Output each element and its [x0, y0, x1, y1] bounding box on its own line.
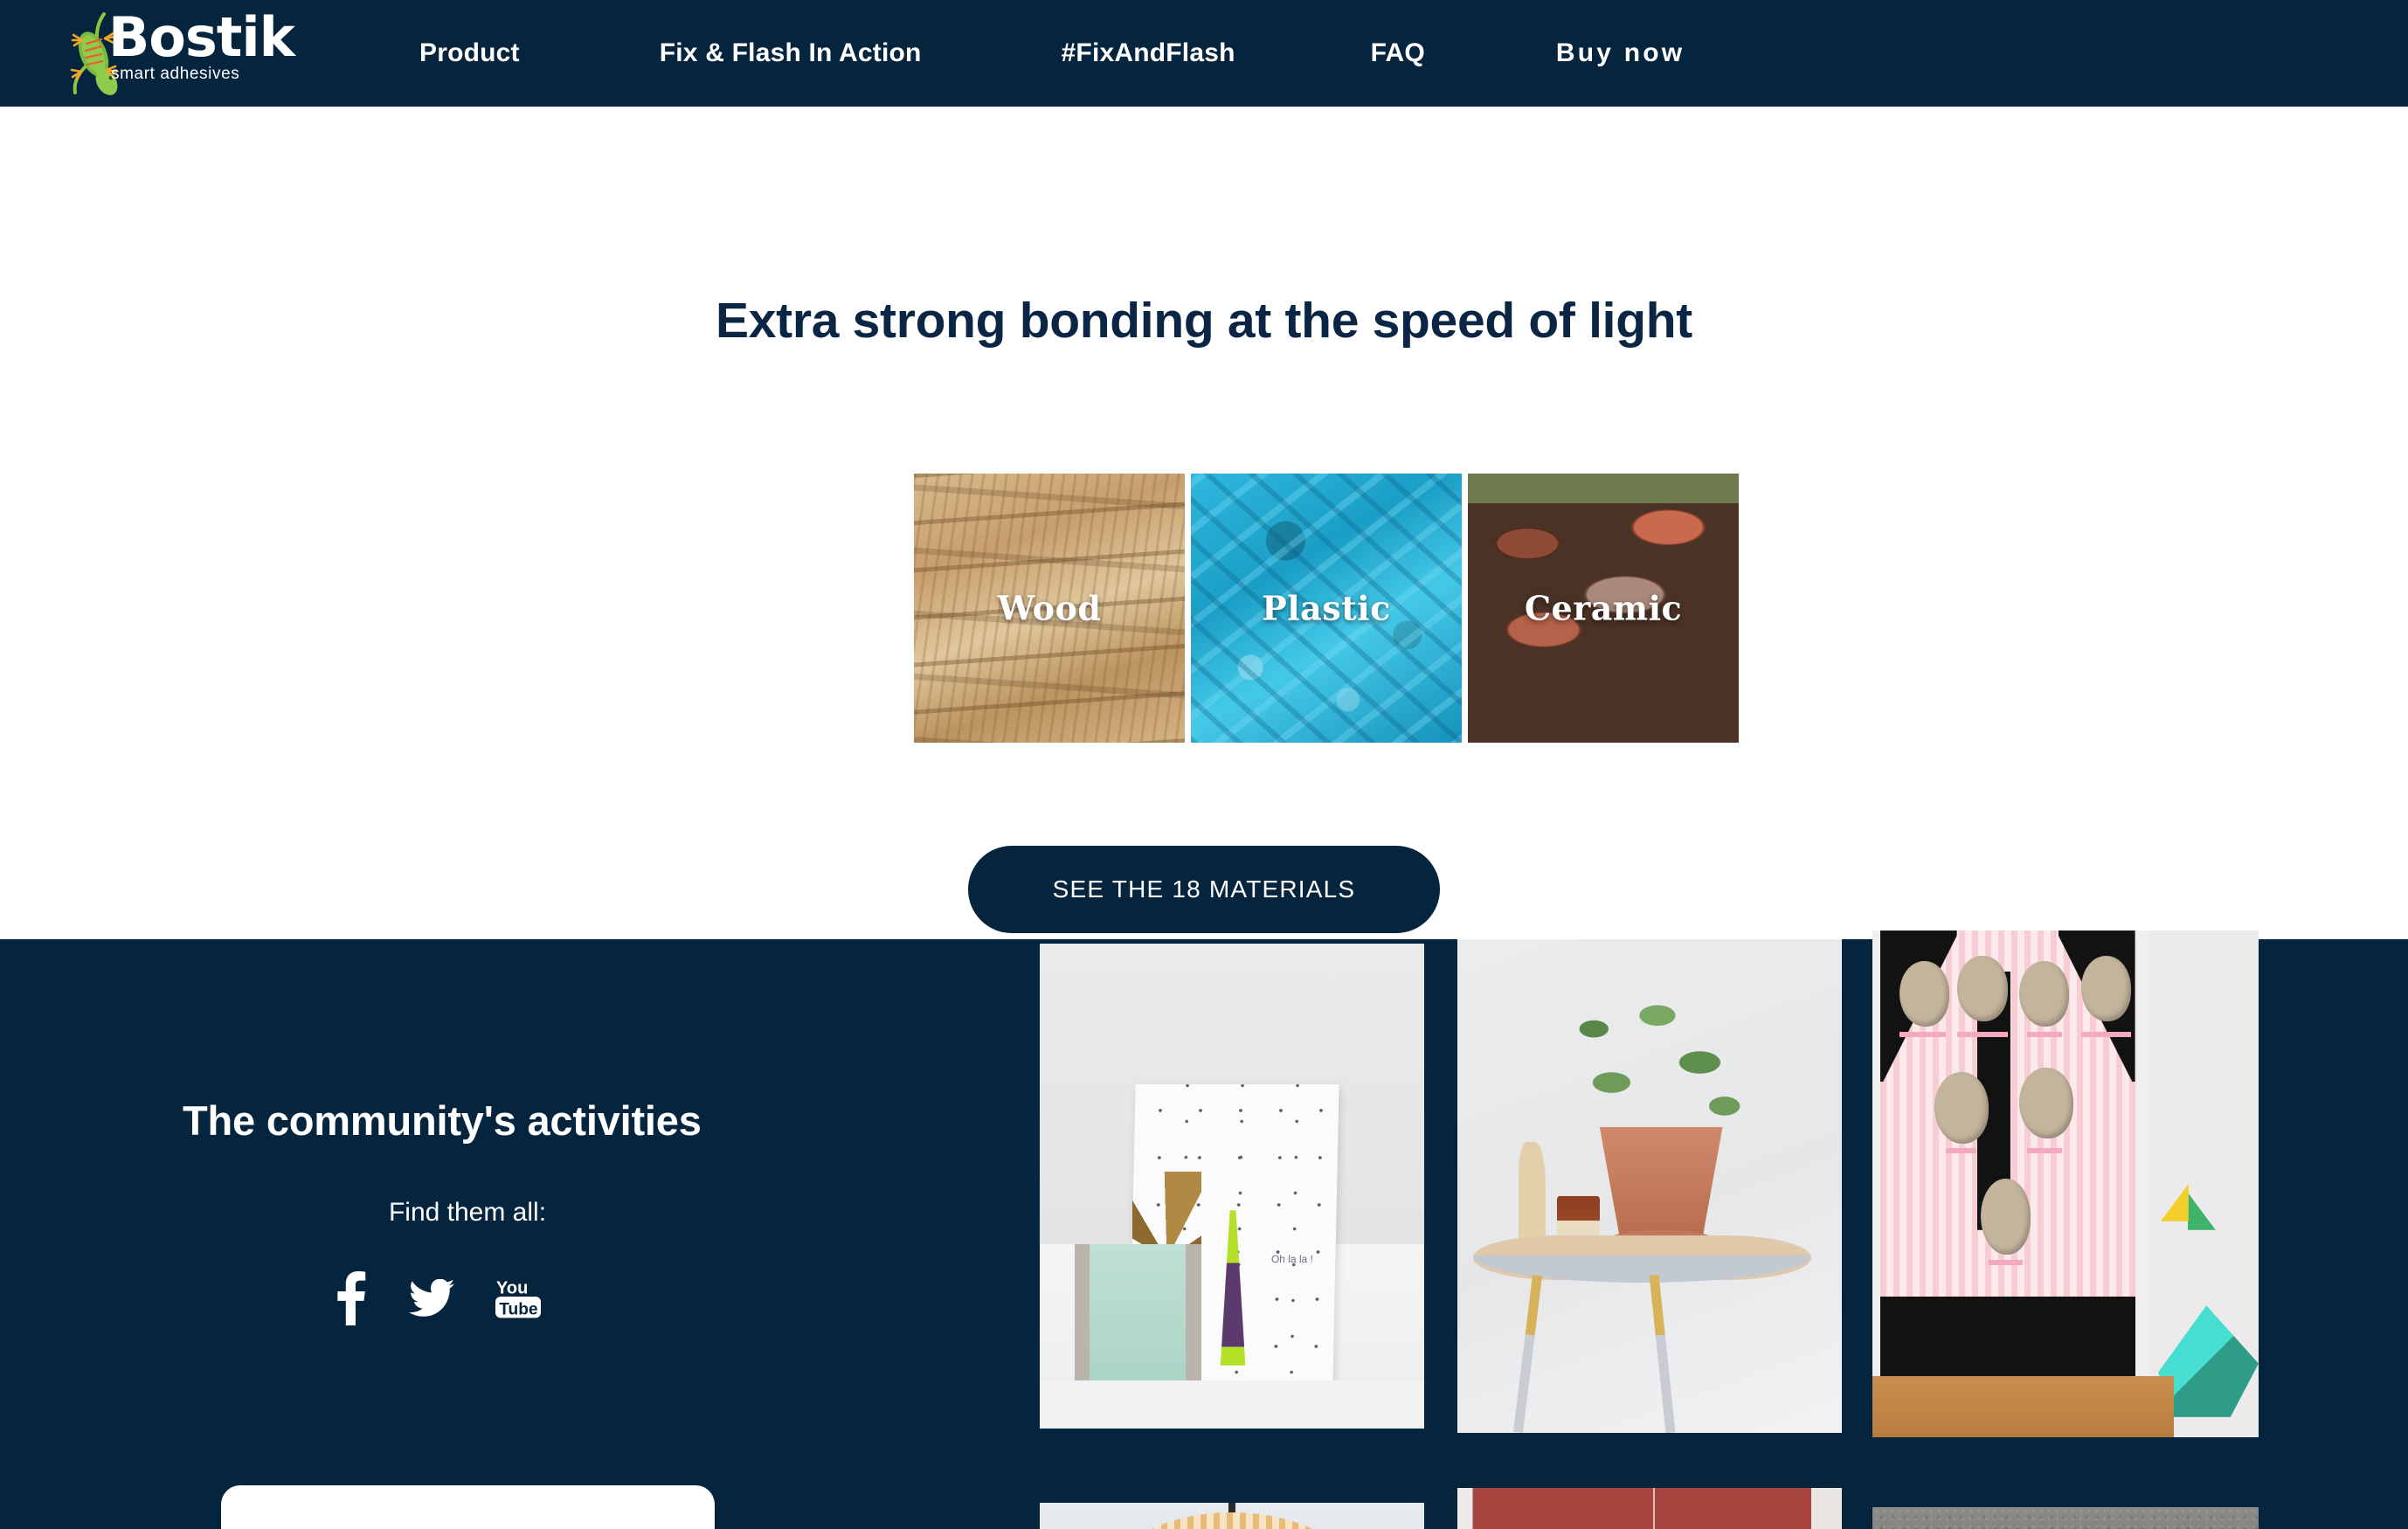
stone-name-tag	[2080, 1032, 2132, 1037]
painted-stone	[1980, 1179, 2031, 1256]
nav-links: Product Fix & Flash In Action #FixAndFla…	[419, 0, 1685, 107]
brand-wordmark: Bostik smart adhesives	[108, 5, 295, 84]
shelf-surface	[1040, 1380, 1424, 1429]
concrete-texture	[1872, 1507, 2259, 1529]
gallery-item-4[interactable]	[1040, 1503, 1424, 1529]
gallery-item-5[interactable]	[1457, 1488, 1842, 1529]
hero-cta-wrapper: SEE THE 18 MATERIALS	[0, 846, 2408, 933]
material-tile-plastic[interactable]: Plastic	[1191, 474, 1462, 743]
painted-stone	[2018, 1067, 2073, 1138]
poster-text: Oh la la !	[1270, 1252, 1313, 1265]
brand-name: Bostik	[108, 5, 295, 69]
painted-stone	[2080, 956, 2132, 1022]
nav-item-product[interactable]: Product	[419, 38, 520, 68]
material-tile-ceramic[interactable]: Ceramic	[1468, 474, 1739, 743]
painted-stone	[1934, 1072, 1989, 1144]
page-root: Bostik smart adhesives Product Fix & Fla…	[0, 0, 2408, 1529]
gallery-item-6[interactable]	[1872, 1507, 2259, 1529]
nav-item-fixandflash-hashtag[interactable]: #FixAndFlash	[1062, 38, 1235, 68]
wooden-hand-shape	[1519, 1141, 1547, 1250]
svg-text:Tube: Tube	[499, 1300, 538, 1318]
stone-name-tag	[2026, 1148, 2062, 1154]
lamp-wire-shape	[1653, 1488, 1656, 1529]
svg-text:You: You	[496, 1278, 528, 1297]
stone-name-tag	[1988, 1260, 2024, 1265]
brand-logo[interactable]: Bostik smart adhesives	[54, 0, 316, 107]
bunting-flags	[2154, 1184, 2247, 1265]
top-navigation-bar: Bostik smart adhesives Product Fix & Fla…	[0, 0, 2408, 107]
plant-foliage-shape	[1573, 979, 1750, 1147]
gallery-image-side-table-plant	[1457, 939, 1842, 1433]
social-links: You Tube	[330, 1271, 542, 1325]
lamp-shade-shape	[1109, 1512, 1355, 1529]
table-edge-shape	[1472, 1255, 1811, 1283]
gallery-item-1[interactable]: Oh la la !	[1040, 944, 1424, 1429]
community-subtitle: Find them all:	[388, 1198, 547, 1227]
material-label-plastic: Plastic	[1262, 588, 1391, 628]
stone-name-tag	[1899, 1032, 1946, 1037]
gallery-image-wood-pendant-lamp	[1040, 1503, 1424, 1529]
gallery-image-stone-family-tree	[1872, 931, 2259, 1437]
facebook-icon[interactable]	[330, 1271, 369, 1325]
nav-item-buy-now[interactable]: Buy now	[1556, 38, 1685, 68]
material-label-wood: Wood	[997, 588, 1102, 628]
community-title: The community's activities	[183, 1097, 702, 1144]
nav-item-faq[interactable]: FAQ	[1371, 38, 1425, 68]
discover-button[interactable]: DISCOVER	[221, 1485, 715, 1529]
stone-name-tag	[1945, 1148, 1977, 1154]
stone-name-tag	[2026, 1032, 2062, 1037]
gallery-image-red-wall-lamp	[1457, 1488, 1842, 1529]
page-title: Extra strong bonding at the speed of lig…	[716, 293, 1692, 349]
painted-stone	[1957, 956, 2008, 1022]
gallery-item-2[interactable]	[1457, 939, 1842, 1433]
community-gallery: Oh la la !	[1040, 931, 2408, 1529]
hero-section: Extra strong bonding at the speed of lig…	[0, 107, 2408, 939]
material-tile-wood[interactable]: Wood	[914, 474, 1185, 743]
see-materials-button[interactable]: SEE THE 18 MATERIALS	[968, 846, 1440, 933]
wood-floor-surface	[1872, 1376, 2174, 1437]
materials-tile-grid: Wood Plastic Ceramic	[914, 474, 1740, 743]
nav-item-fix-and-flash-in-action[interactable]: Fix & Flash In Action	[660, 38, 922, 68]
youtube-icon[interactable]: You Tube	[495, 1277, 542, 1319]
painted-stone	[1899, 960, 1950, 1027]
stone-name-tag	[1957, 1032, 2008, 1037]
gallery-image-concrete-succulent	[1872, 1507, 2259, 1529]
gallery-image-craft-poster: Oh la la !	[1040, 944, 1424, 1429]
painted-stone	[2018, 960, 2070, 1027]
table-leg-left	[1512, 1275, 1543, 1433]
twitter-icon[interactable]	[409, 1279, 454, 1318]
gallery-item-3[interactable]	[1872, 931, 2259, 1437]
table-leg-right	[1649, 1275, 1676, 1433]
terracotta-pot-shape	[1599, 1126, 1723, 1235]
material-label-ceramic: Ceramic	[1524, 588, 1683, 628]
